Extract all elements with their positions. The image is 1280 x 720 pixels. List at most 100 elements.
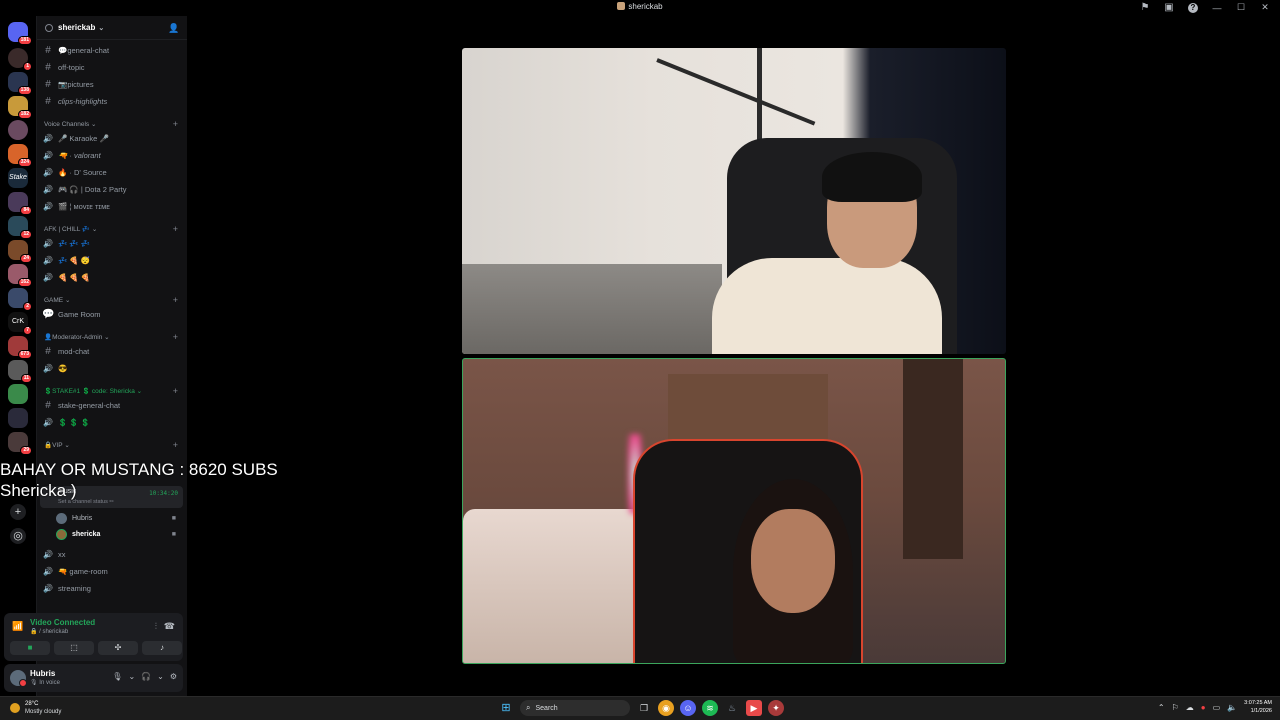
voice-status[interactable]: Video Connected xyxy=(30,618,95,627)
server-icon[interactable] xyxy=(8,120,28,140)
chevron-down-icon[interactable]: ⌄ xyxy=(157,672,164,681)
start-windows-icon[interactable]: ⊞ xyxy=(498,700,514,716)
signal-icon[interactable]: 📶 xyxy=(12,621,23,632)
inbox-flag-icon[interactable]: ⚑ xyxy=(1140,2,1150,13)
channel-off-topic[interactable]: # off-topic xyxy=(40,59,180,75)
app-icon[interactable]: ▶ xyxy=(746,700,762,716)
category-vip[interactable]: 🔒VIP ⌄ + xyxy=(44,439,182,451)
voice-channel[interactable]: 🔊 💤 💤 💤 xyxy=(40,235,180,251)
voice-channel[interactable]: 🔊 💤 🍕 😴 xyxy=(40,252,180,268)
voice-channel[interactable]: 🔊 💲 💲 💲 xyxy=(40,414,180,430)
voice-channel[interactable]: 🔊 🎤 Karaoke 🎤 xyxy=(40,130,180,146)
category-afk-chill[interactable]: AFK | CHILL 💤 ⌄ + xyxy=(44,223,182,235)
voice-channel[interactable]: 🔊 🍕 🍕 🍕 xyxy=(40,269,180,285)
add-channel-icon[interactable]: + xyxy=(173,224,178,234)
server-icon[interactable]: 84 xyxy=(8,192,32,215)
noise-suppression-icon[interactable]: ⫶ xyxy=(155,621,157,632)
help-icon[interactable]: ? xyxy=(1188,2,1198,13)
server-icon[interactable]: 29 xyxy=(8,432,32,455)
add-channel-icon[interactable]: + xyxy=(173,119,178,129)
activities-button[interactable]: ✣ xyxy=(98,641,138,655)
server-icon[interactable]: CrK 7 xyxy=(8,312,32,335)
voice-channel[interactable]: 🔊 😎 xyxy=(40,360,180,376)
soundboard-button[interactable]: ♪ xyxy=(142,641,182,655)
add-server-button[interactable]: + xyxy=(10,504,26,520)
inbox-icon[interactable]: ▣ xyxy=(1164,2,1174,13)
app-icon[interactable]: ✦ xyxy=(768,700,784,716)
channel-game-room[interactable]: 💬 Game Room xyxy=(40,306,180,322)
server-icon[interactable] xyxy=(8,384,28,404)
channel-general-chat[interactable]: # 💬general-chat xyxy=(40,42,180,58)
weather-widget[interactable]: 28°C Mostly cloudy xyxy=(10,700,61,716)
explore-servers-button[interactable]: ◎ xyxy=(10,528,26,544)
volume-icon[interactable]: 🔈 xyxy=(1227,703,1237,712)
server-header[interactable]: sherickab ⌄ 👤 xyxy=(37,16,187,40)
server-icon[interactable]: 162 xyxy=(8,264,32,287)
voice-channel[interactable]: 🔊 🔫 · valorant xyxy=(40,147,180,163)
category-moderator-admin[interactable]: 👤Moderator-Admin ⌄ + xyxy=(44,331,182,343)
avatar[interactable] xyxy=(10,670,27,687)
invite-icon[interactable]: 👤 xyxy=(168,23,179,33)
steam-icon[interactable]: ♨ xyxy=(724,700,740,716)
category-game[interactable]: GAME ⌄ + xyxy=(44,294,182,306)
discord-icon[interactable]: ☺ xyxy=(680,700,696,716)
voice-user-hubris[interactable]: Hubris ■ xyxy=(56,511,182,526)
voice-channel[interactable]: 🔊 🔫 game-room xyxy=(40,563,180,579)
voice-location[interactable]: 🔒 / sherickab xyxy=(30,628,68,635)
stake-server-icon[interactable]: Stake xyxy=(8,168,28,188)
voice-channel[interactable]: 🔊 🔥 · D' Source xyxy=(40,164,180,180)
category-stake[interactable]: 💲STAKE#1 💲 code: Shericka ⌄ + xyxy=(44,385,182,397)
username[interactable]: Hubris xyxy=(30,669,55,678)
headphones-icon[interactable]: 🎧 xyxy=(141,672,151,681)
voice-channel[interactable]: 🔊 streaming xyxy=(40,580,180,596)
tray-app-icon[interactable]: ☁ xyxy=(1186,703,1194,712)
add-channel-icon[interactable]: + xyxy=(173,440,178,450)
server-icon[interactable]: 12 xyxy=(8,216,32,239)
channel-mod-chat[interactable]: # mod-chat xyxy=(40,343,180,359)
server-icon[interactable]: 324 xyxy=(8,144,32,167)
chrome-icon[interactable]: ◉ xyxy=(658,700,674,716)
microphone-icon[interactable]: 🎙 xyxy=(112,672,122,681)
task-view-icon[interactable]: ❐ xyxy=(636,700,652,716)
screen-share-button[interactable]: ⬚ xyxy=(54,641,94,655)
spotify-icon[interactable]: ≋ xyxy=(702,700,718,716)
server-icon[interactable]: 2 xyxy=(8,288,32,311)
camera-icon: ■ xyxy=(171,531,176,538)
chevron-down-icon[interactable]: ⌄ xyxy=(128,672,135,681)
server-icon[interactable]: 673 xyxy=(8,336,32,359)
server-icon[interactable]: 182 xyxy=(8,96,32,119)
close-button[interactable]: ✕ xyxy=(1260,2,1270,13)
forum-icon: 💬 xyxy=(42,308,55,320)
channel-stake-general-chat[interactable]: # stake-general-chat xyxy=(40,397,180,413)
add-channel-icon[interactable]: + xyxy=(173,386,178,396)
server-icon[interactable]: 138 xyxy=(8,72,32,95)
add-channel-icon[interactable]: + xyxy=(173,295,178,305)
channel-clips-highlights[interactable]: # clips-highlights xyxy=(40,93,180,109)
taskbar-search[interactable]: ⌕ Search xyxy=(520,700,630,716)
avatar xyxy=(56,513,67,524)
server-icon[interactable]: 11 xyxy=(8,360,32,383)
tray-app-icon[interactable]: ⚐ xyxy=(1172,703,1179,712)
channel-pictures[interactable]: # 📷pictures xyxy=(40,76,180,92)
voice-channel[interactable]: 🔊 xx xyxy=(40,546,180,562)
voice-channel[interactable]: 🔊 🎬 ¦ ᴍᴏᴠɪᴇ ᴛɪᴍᴇ xyxy=(40,198,180,214)
server-icon[interactable] xyxy=(8,408,28,428)
microphone-icon[interactable]: ● xyxy=(1201,703,1206,712)
clock[interactable]: 3:07:25 AM 1/1/2026 xyxy=(1244,700,1272,715)
video-tile-hubris[interactable] xyxy=(462,48,1006,354)
chevron-up-icon[interactable]: ⌃ xyxy=(1158,703,1165,712)
direct-messages-button[interactable]: 181 xyxy=(8,22,32,45)
camera-button[interactable]: ■ xyxy=(10,641,50,655)
voice-user-shericka[interactable]: shericka ■ xyxy=(56,527,182,542)
settings-gear-icon[interactable]: ⚙ xyxy=(170,672,177,681)
category-voice-channels[interactable]: Voice Channels ⌄ + xyxy=(44,118,182,130)
disconnect-icon[interactable]: ☎ xyxy=(164,621,175,632)
maximize-button[interactable]: ☐ xyxy=(1236,2,1246,13)
voice-channel[interactable]: 🔊 🎮 🎧 | Dota 2 Party xyxy=(40,181,180,197)
server-icon[interactable]: 24 xyxy=(8,240,32,263)
network-icon[interactable]: ▭ xyxy=(1213,703,1221,712)
minimize-button[interactable]: — xyxy=(1212,3,1222,13)
add-channel-icon[interactable]: + xyxy=(173,332,178,342)
video-tile-shericka[interactable] xyxy=(462,358,1006,664)
server-icon[interactable]: 1 xyxy=(8,48,32,71)
